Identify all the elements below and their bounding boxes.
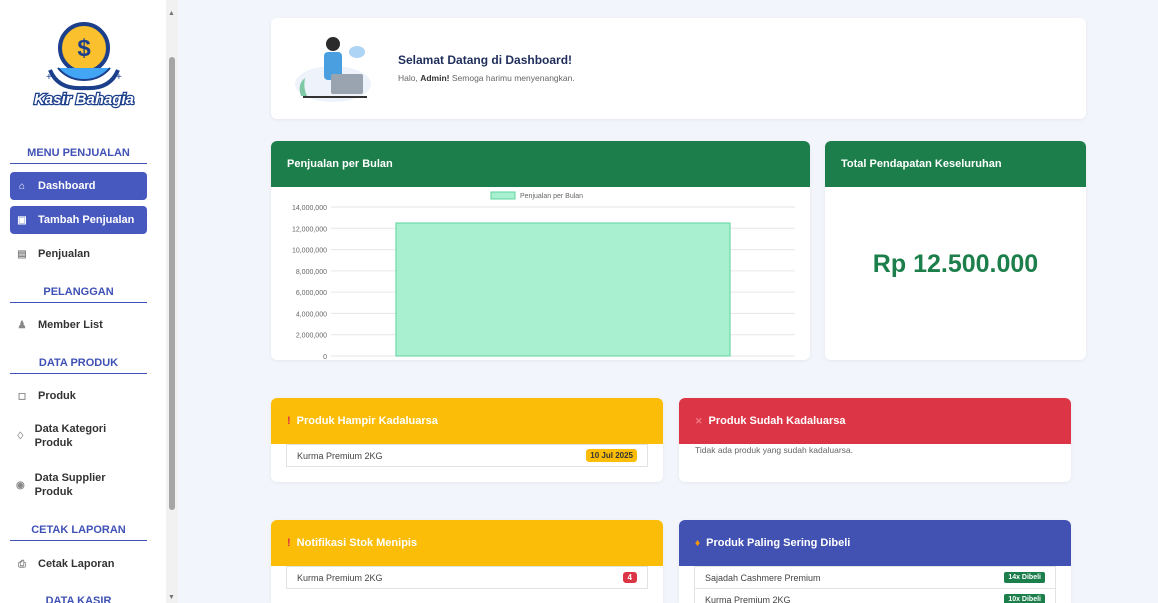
list-item: Sajadah Cashmere Premium 14x Dibeli — [694, 566, 1056, 589]
sales-bar-chart[interactable]: 0 2,000,000 4,000,000 6,000,000 8,000,000 10,… — [271, 187, 810, 360]
section-pelanggan: PELANGGAN — [10, 286, 147, 303]
list-item: Kurma Premium 2KG 10 Jul 2025 — [286, 444, 648, 467]
expired-products-card: ✕ Produk Sudah Kadaluarsa Tidak ada prod… — [679, 398, 1071, 482]
x-icon: ✕ — [695, 415, 703, 426]
welcome-title: Selamat Datang di Dashboard! — [398, 53, 573, 67]
sidebar-item-label: Data Kategori Produk — [34, 423, 107, 449]
list-item: Kurma Premium 2KG 10x Dibeli — [694, 588, 1056, 603]
bar — [395, 222, 731, 357]
sidebar-item-dashboard[interactable]: ⌂ Dashboard — [10, 172, 147, 200]
sales-chart-header: Penjualan per Bulan — [271, 141, 810, 187]
welcome-user: Admin! — [420, 73, 450, 83]
svg-text:$: $ — [77, 35, 91, 62]
tag-icon: ♢ — [15, 430, 25, 442]
scrollbar-thumb[interactable] — [169, 57, 175, 510]
sidebar-item-label: Tambah Penjualan — [38, 214, 135, 226]
expiring-products-card: ! Produk Hampir Kadaluarsa Kurma Premium… — [271, 398, 663, 482]
svg-text:+: + — [116, 72, 122, 83]
y-tick-label: 12,000,000 — [292, 226, 327, 233]
popular-header: ♦ Produk Paling Sering Dibeli — [679, 520, 1071, 566]
purchase-count-badge: 10x Dibeli — [1004, 594, 1045, 603]
stock-count-badge: 4 — [622, 572, 637, 583]
y-tick-label: 0 — [323, 354, 327, 360]
printer-icon: ⎙ — [18, 558, 26, 570]
expiry-date-badge: 10 Jul 2025 — [586, 449, 637, 462]
section-data-kasir: DATA KASIR — [45, 595, 112, 603]
popular-title: Produk Paling Sering Dibeli — [706, 537, 851, 549]
section-menu-penjualan: MENU PENJUALAN — [10, 147, 147, 164]
expired-header: ✕ Produk Sudah Kadaluarsa — [679, 398, 1071, 444]
y-tick-label: 8,000,000 — [296, 269, 327, 276]
list-icon: ▤ — [17, 248, 27, 260]
expiring-header: ! Produk Hampir Kadaluarsa — [271, 398, 663, 444]
sidebar-item-label: Penjualan — [38, 248, 90, 260]
warning-icon: ! — [287, 415, 291, 427]
cart-icon: ▣ — [17, 214, 27, 226]
revenue-card: Total Pendapatan Keseluruhan Rp 12.500.0… — [825, 141, 1086, 360]
svg-text:+: + — [46, 72, 52, 83]
sidebar-item-label: Data Supplier Produk — [34, 472, 106, 498]
sidebar-item-penjualan[interactable]: ▤ Penjualan — [10, 247, 147, 261]
y-tick-label: 2,000,000 — [296, 333, 327, 340]
welcome-card: Selamat Datang di Dashboard! Halo, Admin… — [271, 18, 1086, 119]
sidebar-item-label: Cetak Laporan — [38, 558, 115, 570]
product-name: Sajadah Cashmere Premium — [705, 572, 821, 583]
box-icon: ◻ — [17, 390, 27, 402]
supplier-icon: ◉ — [15, 479, 25, 491]
expired-title: Produk Sudah Kadaluarsa — [708, 415, 846, 427]
product-name: Kurma Premium 2KG — [297, 450, 383, 461]
expiring-title: Produk Hampir Kadaluarsa — [296, 415, 438, 427]
welcome-illustration — [295, 37, 371, 102]
sales-chart-card: Penjualan per Bulan 0 2,000,000 4,000,000 6… — [271, 141, 810, 360]
legend-swatch — [490, 191, 516, 200]
sidebar-scrollbar[interactable]: ▲ ▼ — [166, 0, 178, 603]
svg-text:Kasir Bahagia: Kasir Bahagia — [34, 91, 134, 108]
sidebar-item-data-supplier-produk[interactable]: ◉ Data Supplier Produk — [10, 471, 120, 499]
kasir-bahagia-logo[interactable]: $ + + Kasir Bahagia — [28, 18, 140, 112]
sidebar-item-tambah-penjualan[interactable]: ▣ Tambah Penjualan — [10, 206, 147, 234]
y-tick-label: 14,000,000 — [292, 205, 327, 212]
users-icon: ♟ — [17, 319, 27, 331]
purchase-count-badge: 14x Dibeli — [1004, 572, 1045, 583]
low-stock-title: Notifikasi Stok Menipis — [296, 537, 418, 549]
sidebar-item-label: Dashboard — [38, 180, 96, 192]
product-name: Kurma Premium 2KG — [297, 572, 383, 583]
sidebar-item-produk[interactable]: ◻ Produk — [10, 389, 147, 403]
low-stock-header: ! Notifikasi Stok Menipis — [271, 520, 663, 566]
sidebar-item-label: Produk — [38, 390, 76, 402]
scroll-up-arrow-icon[interactable]: ▲ — [168, 10, 175, 17]
expired-empty-text: Tidak ada produk yang sudah kadaluarsa. — [695, 445, 853, 455]
sidebar-item-cetak-laporan[interactable]: ⎙ Cetak Laporan — [10, 557, 147, 571]
legend-label: Penjualan per Bulan — [520, 193, 583, 200]
warning-icon: ! — [287, 537, 291, 549]
y-tick-label: 4,000,000 — [296, 311, 327, 318]
scroll-down-arrow-icon[interactable]: ▼ — [168, 594, 175, 601]
popular-products-card: ♦ Produk Paling Sering Dibeli Sajadah Ca… — [679, 520, 1071, 603]
section-data-produk: DATA PRODUK — [10, 357, 147, 374]
welcome-greeting: Halo, Admin! Semoga harimu menyenangkan. — [398, 73, 575, 83]
revenue-value: Rp 12.500.000 — [872, 250, 1039, 278]
sidebar-item-member-list[interactable]: ♟ Member List — [10, 318, 147, 332]
sidebar-item-data-kategori-produk[interactable]: ♢ Data Kategori Produk — [10, 422, 120, 450]
y-tick-label: 6,000,000 — [296, 290, 327, 297]
sidebar: $ + + Kasir Bahagia MENU PENJUALAN ⌂ Das… — [0, 0, 166, 603]
list-item: Kurma Premium 2KG 4 — [286, 566, 648, 589]
home-icon: ⌂ — [18, 180, 26, 192]
revenue-header: Total Pendapatan Keseluruhan — [825, 141, 1086, 187]
low-stock-card: ! Notifikasi Stok Menipis Kurma Premium … — [271, 520, 663, 603]
fire-icon: ♦ — [695, 537, 701, 549]
section-cetak-laporan: CETAK LAPORAN — [10, 524, 147, 541]
sidebar-item-label: Member List — [38, 319, 103, 331]
y-tick-label: 10,000,000 — [292, 248, 327, 255]
product-name: Kurma Premium 2KG — [705, 594, 791, 603]
